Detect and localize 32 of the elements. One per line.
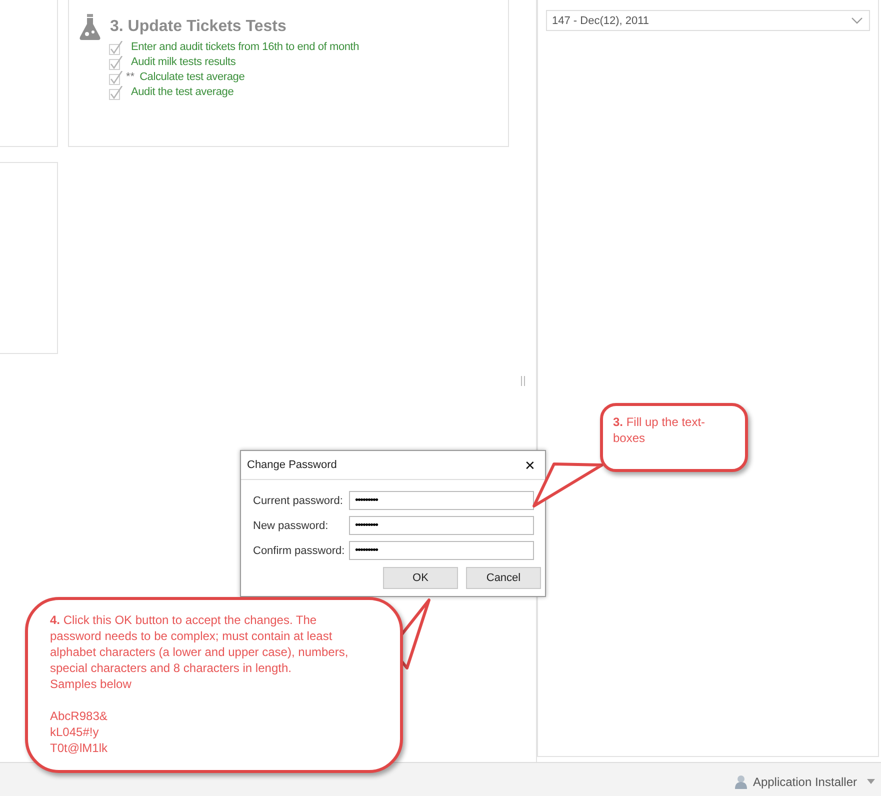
sample-password: kL045#!y <box>50 724 100 740</box>
chevron-down-icon <box>851 16 863 24</box>
card-title: 3. Update Tickets Tests <box>110 18 286 36</box>
checkbox[interactable] <box>109 40 123 54</box>
task-item-text: Enter and audit tickets from 16th to end of month <box>130 40 360 55</box>
user-menu[interactable]: Application Installer <box>734 770 875 788</box>
sample-password: T0t@lM1lk <box>50 740 109 756</box>
field-label: Confirm password: <box>253 544 346 556</box>
callout-text: 4. Click this OK button to accept the changes. The password needs to be complex; must contain at least alphabet characters (a lower and upper case), numbers, special characters and 8 characters in length. <box>50 612 350 676</box>
field-label: New password: <box>253 520 330 532</box>
password-field[interactable]: ••••••••• <box>349 516 534 535</box>
close-button[interactable]: ✕ <box>515 451 545 479</box>
ok-button[interactable]: OK <box>383 567 458 589</box>
user-icon <box>734 774 747 788</box>
checkbox[interactable] <box>109 70 123 84</box>
sample-password: AbcR983& <box>50 708 108 724</box>
field-label: Current password: <box>253 494 344 506</box>
dialog-title: Change Password <box>247 459 337 471</box>
flask-icon <box>79 14 101 40</box>
password-field[interactable]: ••••••••• <box>349 491 534 510</box>
callout-text: Samples below <box>50 676 132 692</box>
password-field[interactable]: ••••••••• <box>349 541 534 560</box>
caret-icon <box>867 779 875 784</box>
cancel-button[interactable]: Cancel <box>466 567 541 589</box>
task-item-text: Audit milk tests results <box>130 55 237 70</box>
period-select[interactable]: 147 - Dec(12), 2011 <box>546 10 870 31</box>
task-item-text: Audit the test average <box>130 85 235 100</box>
checkbox[interactable] <box>109 56 123 70</box>
checkbox[interactable] <box>109 86 123 100</box>
callout-text: 3. Fill up the text-boxes <box>613 414 706 446</box>
splitter-grip-icon <box>520 376 524 386</box>
task-item-text: ** Calculate test average <box>126 70 246 85</box>
